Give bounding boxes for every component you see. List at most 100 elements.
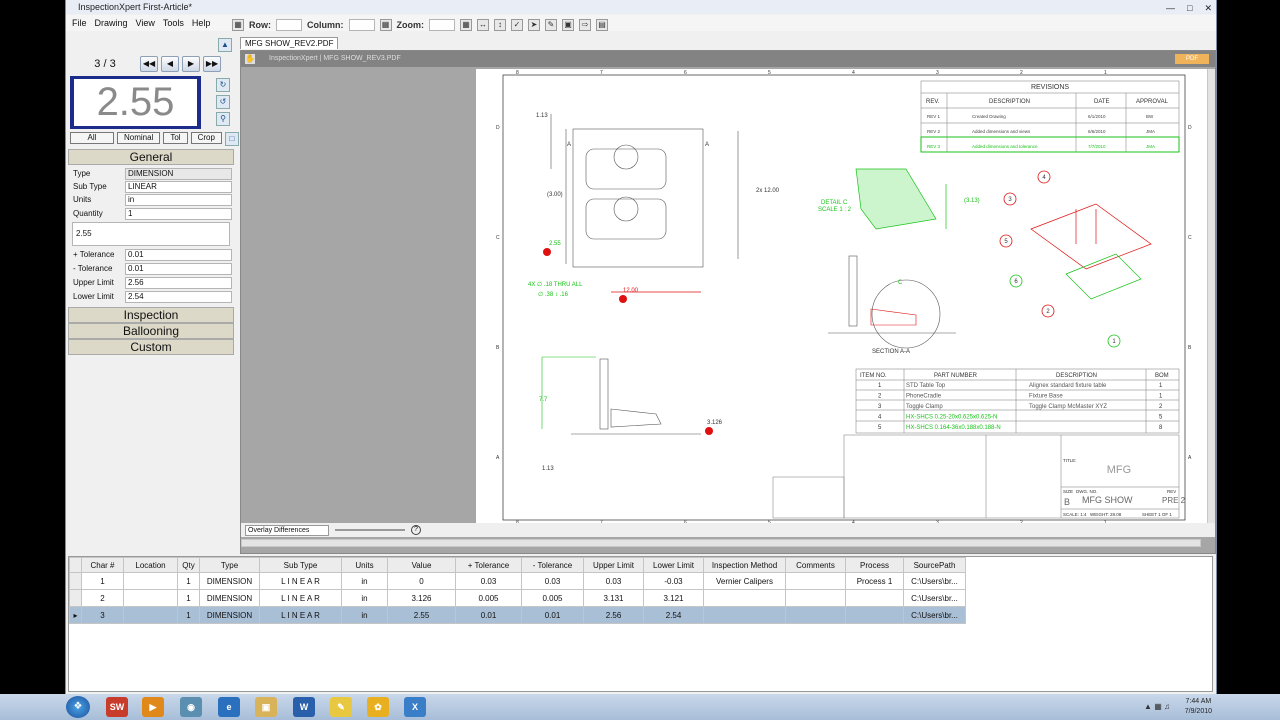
fit-page-icon[interactable]: ↕ bbox=[494, 19, 506, 31]
rotate-icon[interactable]: ↻ bbox=[216, 78, 230, 92]
table-row[interactable]: 2 1 DIMENSION L I N E A Rin 3.126 0.005 0.005 3… bbox=[69, 589, 966, 607]
section-custom[interactable]: Custom bbox=[68, 339, 234, 355]
cell-source[interactable]: C:\Users\br... bbox=[903, 572, 966, 590]
cell-location[interactable] bbox=[123, 606, 178, 624]
internet-explorer-icon[interactable]: e bbox=[218, 697, 240, 717]
cell-comments[interactable] bbox=[785, 589, 846, 607]
cell-type[interactable]: DIMENSION bbox=[199, 572, 260, 590]
cell-qty[interactable]: 1 bbox=[177, 606, 200, 624]
cell-units[interactable]: in bbox=[341, 572, 388, 590]
cell-lower[interactable]: 3.121 bbox=[643, 589, 704, 607]
cell-upper[interactable]: 3.131 bbox=[583, 589, 644, 607]
cell-qty[interactable]: 1 bbox=[177, 572, 200, 590]
cell-type[interactable]: DIMENSION bbox=[199, 589, 260, 607]
cell-upper[interactable]: 2.56 bbox=[583, 606, 644, 624]
file-explorer-icon[interactable]: ▣ bbox=[255, 697, 277, 717]
type-field[interactable]: DIMENSION bbox=[125, 168, 232, 180]
row-indicator[interactable] bbox=[69, 589, 82, 607]
cell-units[interactable]: in bbox=[341, 589, 388, 607]
tab-document[interactable]: MFG SHOW_REV2.PDF bbox=[240, 37, 339, 49]
volume-icon[interactable]: ♫ bbox=[1164, 702, 1170, 711]
balloon-2[interactable]: 2 bbox=[1041, 304, 1055, 318]
cell-lower[interactable]: -0.03 bbox=[643, 572, 704, 590]
word-icon[interactable]: W bbox=[293, 697, 315, 717]
row-indicator[interactable] bbox=[69, 572, 82, 590]
red-marker-2[interactable] bbox=[619, 295, 627, 303]
row-indicator[interactable]: ▸ bbox=[69, 606, 82, 624]
tool-icon[interactable]: ✎ bbox=[545, 19, 557, 31]
arrow-icon[interactable]: ➤ bbox=[528, 19, 540, 31]
cell-process[interactable] bbox=[845, 589, 904, 607]
palette-icon[interactable]: ▦ bbox=[232, 19, 244, 31]
col-subtype[interactable]: Sub Type bbox=[259, 557, 342, 573]
balloon-4[interactable]: 4 bbox=[1037, 170, 1051, 184]
first-page-button[interactable]: ◀◀ bbox=[140, 56, 158, 72]
section-inspection[interactable]: Inspection bbox=[68, 307, 234, 323]
minimize-icon[interactable]: — bbox=[1166, 1, 1175, 15]
refresh-icon[interactable]: ↺ bbox=[216, 95, 230, 109]
clock[interactable]: 7:44 AM 7/9/2010 bbox=[1185, 697, 1212, 717]
lower-limit-field[interactable]: 2.54 bbox=[125, 291, 232, 303]
prev-page-button[interactable]: ◀ bbox=[161, 56, 179, 72]
maximize-icon[interactable]: □ bbox=[1187, 1, 1192, 15]
col-comments[interactable]: Comments bbox=[785, 557, 846, 573]
col-char[interactable]: Char # bbox=[81, 557, 124, 573]
col-value[interactable]: Value bbox=[387, 557, 456, 573]
col-source[interactable]: SourcePath bbox=[903, 557, 966, 573]
help-icon[interactable]: ? bbox=[411, 525, 421, 535]
balloon-1[interactable]: 1 bbox=[1107, 334, 1121, 348]
balloon-6[interactable]: 6 bbox=[1009, 274, 1023, 288]
cell-value[interactable]: 2.55 bbox=[387, 606, 456, 624]
inspectionxpert-icon[interactable]: X bbox=[404, 697, 426, 717]
col-lower[interactable]: Lower Limit bbox=[643, 557, 704, 573]
cell-source[interactable]: C:\Users\br... bbox=[903, 606, 966, 624]
balloon-5[interactable]: 5 bbox=[999, 234, 1013, 248]
minus-tolerance-field[interactable]: 0.01 bbox=[125, 263, 232, 275]
col-process[interactable]: Process bbox=[845, 557, 904, 573]
cell-location[interactable] bbox=[123, 589, 178, 607]
table-icon[interactable]: ▦ bbox=[379, 19, 392, 31]
horizontal-scrollbar[interactable] bbox=[241, 539, 1201, 547]
cell-value[interactable]: 0 bbox=[387, 572, 456, 590]
section-general[interactable]: General bbox=[68, 149, 234, 165]
cell-char[interactable]: 1 bbox=[81, 572, 124, 590]
pin-icon[interactable]: ▲ bbox=[218, 38, 232, 52]
cell-minus[interactable]: 0.005 bbox=[521, 589, 584, 607]
table-row[interactable]: 1 1 DIMENSION L I N E A Rin 0 0.03 0.03 0.03 -0.… bbox=[69, 572, 966, 590]
filter-all-button[interactable]: All bbox=[70, 132, 114, 144]
cell-method[interactable] bbox=[703, 606, 786, 624]
cell-comments[interactable] bbox=[785, 606, 846, 624]
vertical-scrollbar[interactable] bbox=[1207, 69, 1215, 524]
overlay-select[interactable]: Overlay Differences bbox=[245, 524, 329, 536]
cell-plus[interactable]: 0.03 bbox=[455, 572, 522, 590]
start-button[interactable]: ❖ bbox=[66, 696, 90, 718]
quantity-field[interactable]: 1 bbox=[125, 208, 232, 220]
pdf-button[interactable]: PDF bbox=[1175, 54, 1209, 64]
check-icon[interactable]: ✓ bbox=[511, 19, 523, 31]
cell-subtype[interactable]: L I N E A R bbox=[259, 589, 342, 607]
cell-value[interactable]: 3.126 bbox=[387, 589, 456, 607]
cell-comments[interactable] bbox=[785, 572, 846, 590]
menu-drawing[interactable]: Drawing bbox=[95, 15, 128, 31]
row-combo[interactable] bbox=[276, 19, 302, 31]
plus-tolerance-field[interactable]: 0.01 bbox=[125, 249, 232, 261]
col-method[interactable]: Inspection Method bbox=[703, 557, 786, 573]
filter-tol-button[interactable]: Tol bbox=[163, 132, 188, 144]
col-minus-tol[interactable]: - Tolerance bbox=[521, 557, 584, 573]
cell-process[interactable]: Process 1 bbox=[845, 572, 904, 590]
col-plus-tol[interactable]: + Tolerance bbox=[455, 557, 522, 573]
flower-app-icon[interactable]: ✿ bbox=[367, 697, 389, 717]
cell-method[interactable] bbox=[703, 589, 786, 607]
folder-icon[interactable]: ▣ bbox=[562, 19, 574, 31]
close-icon[interactable]: ✕ bbox=[1204, 1, 1212, 15]
col-units[interactable]: Units bbox=[341, 557, 388, 573]
cell-type[interactable]: DIMENSION bbox=[199, 606, 260, 624]
menu-tools[interactable]: Tools bbox=[163, 15, 184, 31]
zoom-icon[interactable]: ⚲ bbox=[216, 112, 230, 126]
cell-subtype[interactable]: L I N E A R bbox=[259, 572, 342, 590]
filter-crop-button[interactable]: Crop bbox=[190, 132, 222, 144]
cell-char[interactable]: 3 bbox=[81, 606, 124, 624]
cell-minus[interactable]: 0.03 bbox=[521, 572, 584, 590]
network-tray-icon[interactable]: ▦ bbox=[1154, 702, 1162, 711]
balloon-3[interactable]: 3 bbox=[1003, 192, 1017, 206]
